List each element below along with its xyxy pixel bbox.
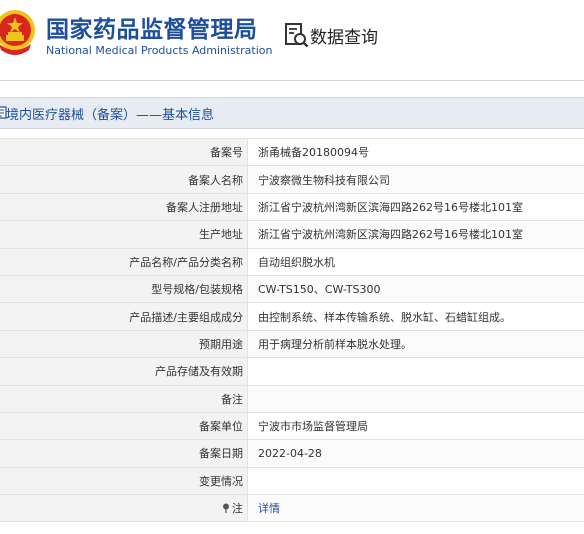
field-label: 备案人注册地址 <box>0 192 248 222</box>
field-value: 用于病理分析前样本脱水处理。 <box>247 329 584 359</box>
table-row: 注 详情 <box>0 494 584 523</box>
field-label: 备案人名称 <box>0 165 248 194</box>
table-row: 生产地址 浙江省宁波杭州湾新区滨海四路262号16号楼北101室 <box>0 220 584 249</box>
table-row: 预期用途 用于病理分析前样本脱水处理。 <box>0 329 584 359</box>
field-label: 备案日期 <box>0 439 248 468</box>
field-value: 浙江省宁波杭州湾新区滨海四路262号16号楼北101室 <box>247 192 584 222</box>
field-label: 备案号 <box>0 137 248 167</box>
field-label: 产品描述/主要组成成分 <box>0 302 248 331</box>
field-value: CW-TS150、CW-TS300 <box>247 274 584 304</box>
site-header: 国家药品监督管理局 National Medical Products Admi… <box>0 0 584 81</box>
site-title-english: National Medical Products Administration <box>46 44 273 57</box>
field-value: 自动组织脱水机 <box>247 247 584 276</box>
field-value: 详情 <box>247 494 584 523</box>
field-label: 注 <box>232 502 243 516</box>
field-label: 备案单位 <box>0 411 248 441</box>
field-value: 浙甬械备20180094号 <box>247 137 584 167</box>
table-row: 备案日期 2022-04-28 <box>0 439 584 468</box>
field-label: 产品存储及有效期 <box>0 357 248 386</box>
field-value <box>247 384 584 413</box>
field-label: 备注 <box>0 384 248 413</box>
field-value <box>247 357 584 386</box>
field-value: 由控制系统、样本传输系统、脱水缸、石蜡缸组成。 <box>247 302 584 331</box>
national-emblem-icon <box>0 10 35 55</box>
note-label-cell: 注 <box>0 494 248 523</box>
field-value <box>247 466 584 496</box>
section-title: 境内医疗器械（备案）——基本信息 <box>6 108 215 123</box>
table-row: 产品描述/主要组成成分 由控制系统、样本传输系统、脱水缸、石蜡缸组成。 <box>0 302 584 331</box>
table-row: 产品存储及有效期 <box>0 357 584 386</box>
table-row: 备案人名称 宁波察微生物科技有限公司 <box>0 165 584 194</box>
field-label: 型号规格/包装规格 <box>0 274 248 304</box>
table-row: 型号规格/包装规格 CW-TS150、CW-TS300 <box>0 274 584 304</box>
search-document-icon[interactable] <box>283 22 309 48</box>
table-row: 备案单位 宁波市市场监督管理局 <box>0 411 584 441</box>
data-query-link[interactable]: 数据查询 <box>310 23 378 48</box>
field-value: 宁波市市场监督管理局 <box>247 411 584 441</box>
basic-info-table: 备案号 浙甬械备20180094号 备案人名称 宁波察微生物科技有限公司 备案人… <box>0 137 584 523</box>
field-label: 产品名称/产品分类名称 <box>0 247 248 276</box>
table-row: 变更情况 <box>0 466 584 496</box>
table-row: 备注 <box>0 384 584 413</box>
field-label: 生产地址 <box>0 220 248 249</box>
field-label: 变更情况 <box>0 466 248 496</box>
field-value: 宁波察微生物科技有限公司 <box>247 165 584 194</box>
table-row: 备案号 浙甬械备20180094号 <box>0 137 584 167</box>
table-row: 产品名称/产品分类名称 自动组织脱水机 <box>0 247 584 276</box>
section-header: 境内医疗器械（备案）——基本信息 <box>0 97 584 129</box>
field-value: 浙江省宁波杭州湾新区滨海四路262号16号楼北101室 <box>247 220 584 249</box>
field-label: 预期用途 <box>0 329 248 359</box>
details-link[interactable]: 详情 <box>258 502 280 515</box>
field-value: 2022-04-28 <box>247 439 584 468</box>
table-row: 备案人注册地址 浙江省宁波杭州湾新区滨海四路262号16号楼北101室 <box>0 192 584 222</box>
site-title: 国家药品监督管理局 <box>46 17 258 43</box>
pin-icon <box>223 503 229 514</box>
